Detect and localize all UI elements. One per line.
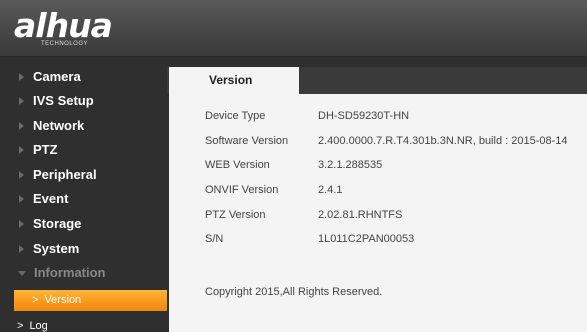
sidebar-subitem-log[interactable]: > Log (0, 316, 167, 332)
sidebar-item-label: PTZ (33, 142, 58, 157)
info-key: PTZ Version (205, 209, 266, 221)
info-row-web-version: WEB Version 3.2.1.288535 (169, 157, 587, 173)
sidebar-item-label: Event (33, 191, 69, 206)
tab-label: Version (209, 73, 253, 87)
info-value: 1L011C2PAN00053 (318, 233, 415, 245)
sidebar-item-system[interactable]: System (0, 237, 167, 261)
info-key: WEB Version (205, 159, 270, 171)
header-bar: alhua TECHNOLOGY (0, 0, 587, 57)
sidebar-subitem-label: Version (44, 294, 82, 306)
triangle-right-icon (19, 220, 24, 228)
tab-version[interactable]: Version (169, 67, 299, 94)
main-panel: Version Device Type DH-SD59230T-HN Softw… (167, 57, 587, 332)
chevron-right-icon: > (17, 320, 24, 332)
info-row-software-version: Software Version 2.400.0000.7.R.T4.301b.… (169, 133, 587, 149)
sidebar-item-camera[interactable]: Camera (0, 65, 167, 89)
sidebar-item-peripheral[interactable]: Peripheral (0, 163, 167, 187)
triangle-right-icon (19, 97, 24, 105)
sidebar-item-label: Information (34, 265, 106, 280)
sidebar-item-ptz[interactable]: PTZ (0, 138, 167, 162)
triangle-right-icon (19, 245, 24, 253)
copyright-text: Copyright 2015,All Rights Reserved. (205, 286, 383, 298)
info-key: ONVIF Version (205, 184, 279, 196)
sidebar-subitem-version[interactable]: > Version (14, 290, 167, 311)
info-row-onvif-version: ONVIF Version 2.4.1 (169, 182, 587, 198)
info-value: DH-SD59230T-HN (318, 110, 410, 122)
info-value: 2.02.81.RHNTFS (318, 209, 403, 221)
info-key: Software Version (205, 135, 289, 147)
chevron-right-icon: > (32, 294, 39, 306)
triangle-right-icon (19, 122, 24, 130)
triangle-right-icon (19, 146, 24, 154)
sidebar-item-label: IVS Setup (33, 93, 94, 108)
info-key: S/N (205, 233, 224, 245)
sidebar-item-label: Peripheral (33, 167, 97, 182)
sidebar-subitem-label: Log (29, 320, 48, 332)
sidebar-item-network[interactable]: Network (0, 114, 167, 138)
sidebar-item-event[interactable]: Event (0, 187, 167, 211)
sidebar-nav: Camera IVS Setup Network PTZ Peripheral … (0, 57, 167, 332)
sidebar-item-label: Camera (33, 69, 81, 84)
sidebar-item-storage[interactable]: Storage (0, 212, 167, 236)
sidebar-item-label: Storage (33, 216, 82, 231)
sidebar-item-ivs-setup[interactable]: IVS Setup (0, 89, 167, 113)
triangle-right-icon (19, 171, 24, 179)
dahua-logo: alhua TECHNOLOGY (14, 6, 144, 48)
sidebar-item-label: System (33, 241, 80, 256)
triangle-right-icon (19, 195, 24, 203)
info-key: Device Type (205, 110, 266, 122)
logo-tagline: TECHNOLOGY (41, 41, 89, 47)
info-row-serial-number: S/N 1L011C2PAN00053 (169, 231, 587, 247)
info-row-ptz-version: PTZ Version 2.02.81.RHNTFS (169, 207, 587, 223)
sidebar-item-information[interactable]: Information (0, 261, 167, 285)
info-value: 2.4.1 (318, 184, 343, 196)
tab-bar: Version (167, 67, 587, 94)
info-row-device-type: Device Type DH-SD59230T-HN (169, 108, 587, 124)
version-info-panel: Device Type DH-SD59230T-HN Software Vers… (169, 94, 587, 332)
triangle-right-icon (19, 73, 24, 81)
sidebar-item-label: Network (33, 118, 85, 133)
info-value: 3.2.1.288535 (318, 159, 383, 171)
triangle-down-icon (18, 270, 26, 276)
info-value: 2.400.0000.7.R.T4.301b.3N.NR, build : 20… (318, 135, 568, 147)
